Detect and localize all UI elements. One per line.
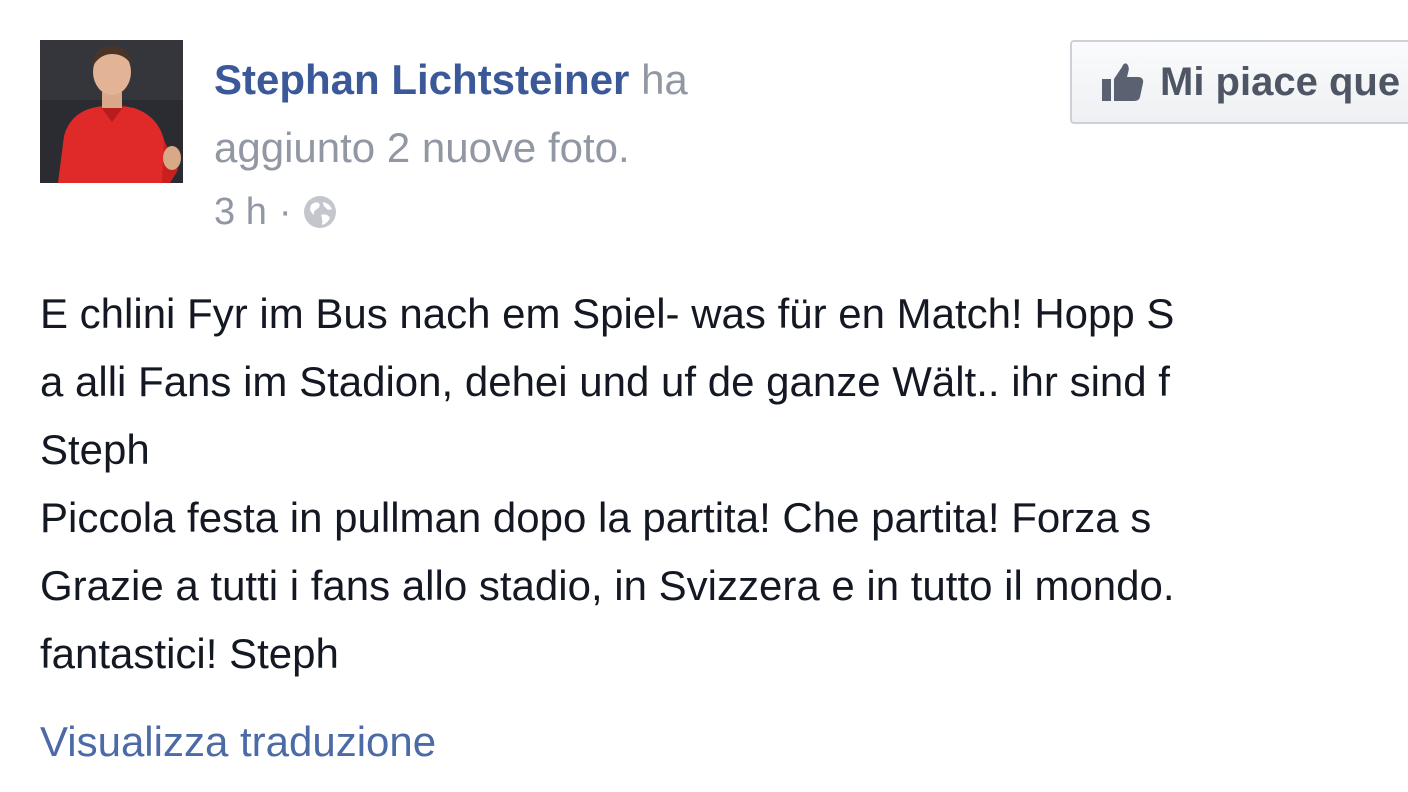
timestamp-link[interactable]: 3 h	[214, 188, 267, 236]
meta-separator: ·	[278, 191, 292, 233]
message-line: E chlini Fyr im Bus nach em Spiel- was f…	[40, 290, 1175, 337]
avatar[interactable]	[40, 40, 183, 183]
post-header: Stephan Lichtsteiner ha aggiunto 2 nuove…	[214, 46, 1034, 182]
see-translation-link[interactable]: Visualizza traduzione	[40, 710, 436, 774]
message-line: a alli Fans im Stadion, dehei und uf de …	[40, 358, 1170, 405]
facebook-post: Stephan Lichtsteiner ha aggiunto 2 nuove…	[0, 0, 1408, 792]
author-name-link[interactable]: Stephan Lichtsteiner	[214, 56, 629, 103]
message-line: Grazie a tutti i fans allo stadio, in Sv…	[40, 562, 1175, 609]
action-text: ha	[629, 56, 688, 103]
message-line: Steph	[40, 426, 150, 473]
avatar-photo	[40, 40, 183, 183]
action-text-continued: aggiunto 2 nuove foto.	[214, 124, 630, 171]
globe-icon[interactable]	[301, 193, 339, 231]
thumbs-up-icon	[1102, 63, 1144, 101]
like-button-label: Mi piace que	[1160, 59, 1401, 104]
post-message: E chlini Fyr im Bus nach em Spiel- was f…	[40, 280, 1408, 688]
like-page-button[interactable]: Mi piace que	[1070, 40, 1408, 124]
message-line: fantastici! Steph	[40, 630, 339, 677]
message-line: Piccola festa in pullman dopo la partita…	[40, 494, 1152, 541]
post-meta: 3 h ·	[214, 188, 339, 236]
